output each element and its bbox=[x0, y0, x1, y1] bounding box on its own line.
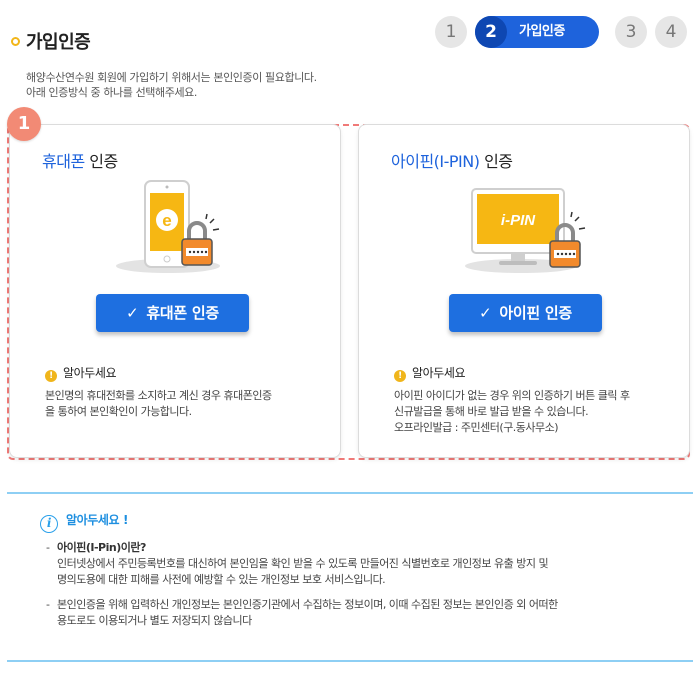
info-item-2-line-2: 용도로도 이용되거나 별도 저장되지 않습니다 bbox=[57, 614, 252, 627]
sparkle-lines bbox=[570, 211, 586, 230]
warning-icon: ! bbox=[45, 370, 57, 382]
ipin-notice-body: 아이핀 아이디가 없는 경우 위의 인증하기 버튼 클릭 후 신규발급을 통해 … bbox=[394, 388, 684, 436]
ipin-notice-line-1: 아이핀 아이디가 없는 경우 위의 인증하기 버튼 클릭 후 bbox=[394, 389, 630, 402]
info-item-dash: - bbox=[46, 541, 50, 554]
e-letter-icon: e bbox=[162, 211, 171, 230]
ipin-notice-title: ! 알아두세요 bbox=[394, 364, 466, 382]
info-item-1-line-1: 인터넷상에서 주민등록번호를 대신하여 본인임을 확인 받을 수 있도록 만들어… bbox=[57, 557, 549, 570]
page-title: 가입인증 bbox=[26, 32, 91, 53]
info-item-privacy: - 본인인증을 위해 입력하신 개인정보는 본인인증기관에서 수집하는 정보이며… bbox=[46, 597, 666, 629]
info-item-dash: - bbox=[46, 598, 50, 611]
phone-card-title: 휴대폰 인증 bbox=[42, 148, 118, 172]
phone-auth-button-label: 휴대폰 인증 bbox=[146, 304, 219, 322]
phone-camera bbox=[165, 185, 169, 189]
ipin-auth-card: 아이핀(I-PIN) 인증 i-PIN ✓ 아이핀 인증 ! 알아두세요 아이핀 아… bbox=[358, 124, 690, 458]
ipin-logo-text: i-PIN bbox=[501, 212, 536, 229]
info-icon: i bbox=[40, 515, 58, 533]
info-title-text: 알아두세요 ! bbox=[66, 513, 129, 527]
padlock-shackle bbox=[187, 221, 207, 239]
title-bullet-icon bbox=[11, 37, 20, 46]
phone-notice-line-2: 을 통하여 본인확인이 가능합니다. bbox=[45, 405, 192, 418]
step-2-active: 2 가입인증 bbox=[475, 16, 599, 48]
page-header: 가입인증 1 2 가입인증 3 4 bbox=[0, 0, 699, 62]
warning-icon: ! bbox=[394, 370, 406, 382]
intro-line-1: 해양수산연수원 회원에 가입하기 위해서는 본인인증이 필요합니다. bbox=[26, 71, 317, 84]
info-item-2-line-1: 본인인증을 위해 입력하신 개인정보는 본인인증기관에서 수집하는 정보이며, … bbox=[57, 598, 558, 611]
info-divider-top bbox=[7, 492, 693, 494]
step-4: 4 bbox=[655, 16, 687, 48]
step-2-label: 가입인증 bbox=[519, 24, 565, 39]
ipin-auth-button-label: 아이핀 인증 bbox=[499, 304, 572, 322]
phone-notice-title-text: 알아두세요 bbox=[63, 366, 117, 380]
monitor-stand bbox=[499, 261, 537, 265]
annotation-marker: 1 bbox=[7, 107, 41, 141]
phone-notice-line-1: 본인명의 휴대전화를 소지하고 계신 경우 휴대폰인증 bbox=[45, 389, 272, 402]
phone-lock-illustration: e bbox=[116, 180, 220, 273]
ipin-notice-title-text: 알아두세요 bbox=[412, 366, 466, 380]
step-3: 3 bbox=[615, 16, 647, 48]
info-list: - 아이핀(I-Pin)이란? 인터넷상에서 주민등록번호를 대신하여 본인임을… bbox=[46, 540, 666, 638]
info-divider-bottom bbox=[7, 660, 693, 662]
info-item-term: 아이핀(I-Pin)이란? bbox=[57, 541, 146, 554]
check-icon: ✓ bbox=[479, 304, 492, 322]
monitor-lock-illustration: i-PIN bbox=[465, 188, 586, 273]
intro-line-2: 아래 인증방식 중 하나를 선택해주세요. bbox=[26, 86, 198, 99]
phone-card-title-highlight: 휴대폰 bbox=[42, 152, 85, 171]
phone-notice-title: ! 알아두세요 bbox=[45, 364, 117, 382]
ipin-notice-line-2: 신규발급을 통해 바로 발급 받을 수 있습니다. bbox=[394, 405, 589, 418]
check-icon: ✓ bbox=[126, 304, 139, 322]
phone-notice-body: 본인명의 휴대전화를 소지하고 계신 경우 휴대폰인증 을 통하여 본인확인이 … bbox=[45, 388, 335, 420]
sparkle-lines bbox=[205, 213, 220, 231]
phone-auth-card: 휴대폰 인증 e ✓ 휴대폰 인증 ! 알아두세요 본인명의 휴대전화를 소지하고 … bbox=[9, 124, 341, 458]
ipin-card-title-rest: 인증 bbox=[479, 152, 513, 171]
step-1: 1 bbox=[435, 16, 467, 48]
info-title: i 알아두세요 ! bbox=[40, 511, 128, 533]
phone-card-title-rest: 인증 bbox=[84, 152, 118, 171]
info-item-1-line-2: 명의도용에 대한 피해를 사전에 예방할 수 있는 개인정보 보호 서비스입니다… bbox=[57, 573, 386, 586]
ipin-card-title-highlight: 아이핀(I-PIN) bbox=[391, 152, 480, 171]
step-2-number: 2 bbox=[475, 16, 507, 48]
ipin-notice-line-3: 오프라인발급 : 주민센터(구.동사무소) bbox=[394, 421, 559, 434]
monitor-neck bbox=[511, 253, 525, 261]
ipin-auth-button[interactable]: ✓ 아이핀 인증 bbox=[449, 294, 602, 332]
info-item-ipin: - 아이핀(I-Pin)이란? 인터넷상에서 주민등록번호를 대신하여 본인임을… bbox=[46, 540, 666, 588]
phone-auth-button[interactable]: ✓ 휴대폰 인증 bbox=[96, 294, 249, 332]
intro-text: 해양수산연수원 회원에 가입하기 위해서는 본인인증이 필요합니다. 아래 인증… bbox=[26, 70, 317, 100]
ipin-card-title: 아이핀(I-PIN) 인증 bbox=[391, 148, 513, 172]
